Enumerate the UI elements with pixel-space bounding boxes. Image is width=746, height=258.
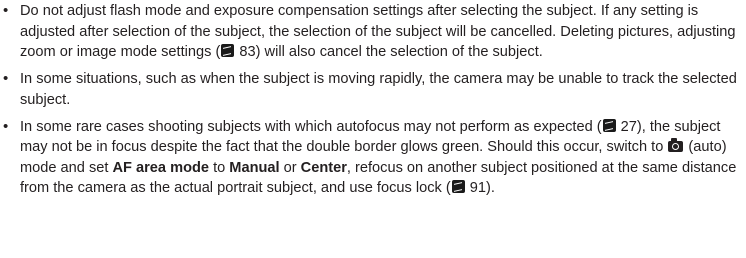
- page-reference-icon: [602, 118, 616, 132]
- manual-page-excerpt: Do not adjust flash mode and exposure co…: [0, 0, 746, 258]
- page-reference-icon: [451, 180, 465, 193]
- page-reference-icon: [221, 44, 235, 57]
- list-item: Do not adjust flash mode and exposure co…: [0, 1, 740, 63]
- auto-mode-camera-icon: [668, 138, 684, 152]
- bullet-text: to: [209, 159, 230, 176]
- center-option: Center: [300, 159, 347, 176]
- bullet-text: or: [279, 159, 301, 176]
- manual-option: Manual: [229, 159, 280, 176]
- page-reference-number: 27: [620, 118, 637, 135]
- list-item: In some situations, such as when the sub…: [0, 69, 740, 110]
- bullet-text: In some situations, such as when the sub…: [20, 71, 737, 108]
- bullet-text: ) will also cancel the selection of the …: [255, 44, 543, 60]
- bullet-text: In some rare cases shooting subjects wit…: [20, 118, 602, 135]
- af-area-mode-setting: AF area mode: [112, 159, 210, 176]
- page-reference-number: 83: [239, 44, 256, 60]
- list-item: In some rare cases shooting subjects wit…: [0, 117, 740, 199]
- notes-bullet-list: Do not adjust flash mode and exposure co…: [0, 1, 740, 205]
- page-reference-number: 91: [469, 180, 487, 196]
- bullet-text: ).: [486, 180, 495, 196]
